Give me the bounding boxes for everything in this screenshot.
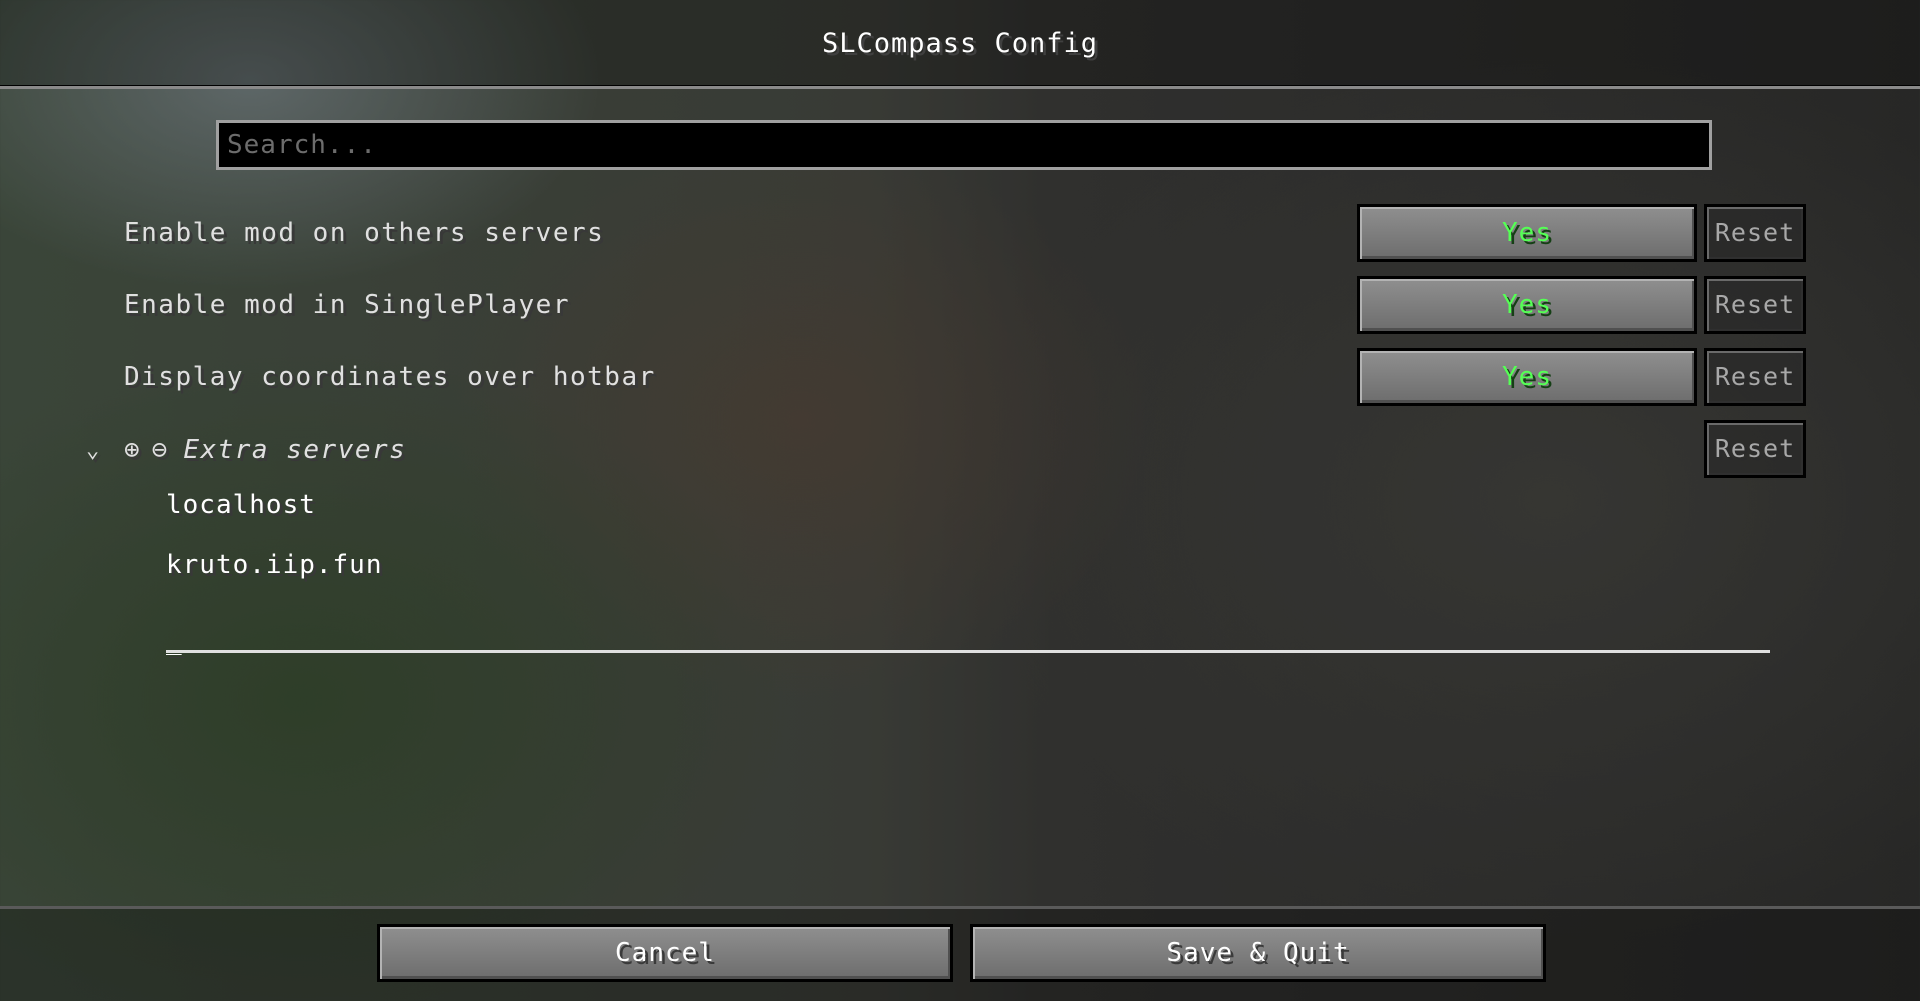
minus-circle-icon[interactable]: ⊖: [152, 435, 168, 465]
search-box[interactable]: [216, 120, 1712, 170]
plus-circle-icon[interactable]: ⊕: [124, 435, 140, 465]
server-entry-localhost[interactable]: localhost: [166, 490, 316, 520]
extra-servers-title: Extra servers: [183, 435, 407, 465]
footer-bar: [0, 906, 1920, 1001]
reset-enable-others-servers-button[interactable]: Reset: [1704, 204, 1806, 262]
option-label-display-coordinates: Display coordinates over hotbar: [124, 362, 656, 392]
option-label-enable-singleplayer: Enable mod in SinglePlayer: [124, 290, 570, 320]
toggle-display-coordinates[interactable]: Yes: [1357, 348, 1697, 406]
chevron-down-icon[interactable]: ⌄: [86, 438, 108, 463]
page-title: SLCompass Config: [821, 28, 1099, 59]
extra-servers-group-header: ⌄ ⊕ ⊖ Extra servers: [86, 432, 406, 468]
cancel-button[interactable]: Cancel: [377, 924, 953, 982]
search-input[interactable]: [219, 123, 1709, 167]
toggle-enable-others-servers[interactable]: Yes: [1357, 204, 1697, 262]
reset-enable-singleplayer-button[interactable]: Reset: [1704, 276, 1806, 334]
text-cursor: _: [166, 626, 182, 656]
server-entry-kruto[interactable]: kruto.iip.fun: [166, 550, 383, 580]
header-bar: SLCompass Config: [0, 0, 1920, 89]
reset-extra-servers-button[interactable]: Reset: [1704, 420, 1806, 478]
new-server-input[interactable]: _: [166, 620, 1770, 656]
option-label-enable-others-servers: Enable mod on others servers: [124, 218, 605, 248]
reset-display-coordinates-button[interactable]: Reset: [1704, 348, 1806, 406]
toggle-enable-singleplayer[interactable]: Yes: [1357, 276, 1697, 334]
save-quit-button[interactable]: Save & Quit: [970, 924, 1546, 982]
